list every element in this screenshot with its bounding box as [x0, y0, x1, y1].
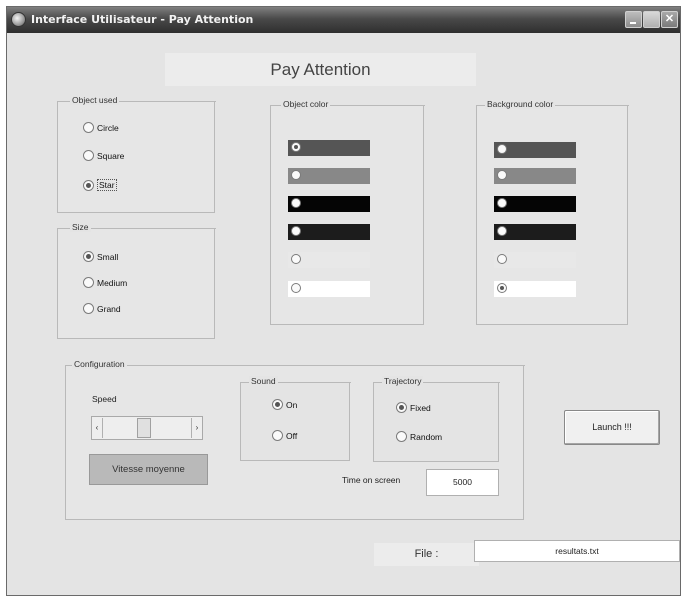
object-used-group: Object used Circle Square Star — [57, 95, 216, 213]
radio-label: Square — [97, 150, 125, 161]
radio-indicator — [497, 283, 507, 293]
background-color-swatch-1[interactable] — [494, 142, 576, 158]
time-on-screen-label: Time on screen — [342, 475, 401, 485]
speed-value-display: Vitesse moyenne — [89, 454, 208, 485]
launch-button[interactable]: Launch !!! — [564, 410, 660, 445]
radio-indicator — [291, 226, 301, 236]
radio-label: Star — [97, 179, 117, 191]
trajectory-title: Trajectory — [382, 376, 424, 386]
background-color-swatch-3[interactable] — [494, 196, 576, 212]
radio-trajectory-random[interactable]: Random — [396, 431, 442, 442]
configuration-title: Configuration — [72, 359, 127, 369]
title-bar[interactable]: Interface Utilisateur - Pay Attention ✕ — [7, 7, 680, 33]
radio-label: Random — [410, 431, 443, 442]
radio-indicator — [272, 430, 283, 441]
sound-group: Sound On Off — [240, 376, 351, 461]
radio-sound-off[interactable]: Off — [272, 430, 297, 441]
speed-slider[interactable]: ‹ › — [91, 416, 203, 440]
slider-right-arrow-icon[interactable]: › — [192, 419, 202, 437]
slider-separator — [102, 418, 103, 438]
radio-size-small[interactable]: Small — [83, 251, 118, 262]
radio-indicator — [497, 198, 507, 208]
background-color-swatch-5[interactable] — [494, 252, 576, 268]
radio-indicator — [497, 226, 507, 236]
speed-label: Speed — [92, 394, 117, 404]
minimize-button[interactable] — [625, 11, 642, 28]
radio-sound-on[interactable]: On — [272, 399, 297, 410]
radio-indicator — [396, 402, 407, 413]
radio-indicator — [83, 179, 94, 191]
background-color-title: Background color — [485, 99, 556, 109]
radio-label: Off — [286, 430, 298, 441]
radio-label: Grand — [97, 303, 121, 314]
radio-label: Small — [97, 251, 119, 262]
time-on-screen-input[interactable]: 5000 — [426, 469, 499, 496]
slider-thumb[interactable] — [137, 418, 151, 438]
close-button[interactable]: ✕ — [661, 11, 678, 28]
app-icon — [11, 12, 26, 27]
radio-indicator — [291, 254, 301, 264]
radio-indicator — [83, 150, 94, 161]
object-color-group: Object color — [270, 99, 425, 325]
radio-indicator — [83, 251, 94, 262]
object-color-title: Object color — [281, 99, 331, 109]
minimize-icon — [630, 22, 636, 24]
object-color-swatch-6[interactable] — [288, 281, 370, 297]
object-color-swatch-2[interactable] — [288, 168, 370, 184]
radio-indicator — [497, 254, 507, 264]
background-color-swatch-6[interactable] — [494, 281, 576, 297]
main-window: Interface Utilisateur - Pay Attention ✕ … — [6, 6, 681, 596]
radio-trajectory-fixed[interactable]: Fixed — [396, 402, 431, 413]
background-color-swatch-2[interactable] — [494, 168, 576, 184]
object-color-swatch-3[interactable] — [288, 196, 370, 212]
slider-left-arrow-icon[interactable]: ‹ — [92, 419, 102, 437]
radio-indicator — [396, 431, 407, 442]
group-border — [66, 365, 525, 366]
radio-indicator — [83, 303, 94, 314]
sound-title: Sound — [249, 376, 278, 386]
object-color-swatch-4[interactable] — [288, 224, 370, 240]
object-color-swatch-5[interactable] — [288, 252, 370, 268]
radio-indicator — [497, 170, 507, 180]
radio-indicator — [291, 198, 301, 208]
object-used-title: Object used — [70, 95, 120, 105]
radio-object-circle[interactable]: Circle — [83, 122, 119, 133]
object-color-swatch-1[interactable] — [288, 140, 370, 156]
file-name-input[interactable]: resultats.txt — [474, 540, 680, 562]
radio-size-grand[interactable]: Grand — [83, 303, 121, 314]
radio-size-medium[interactable]: Medium — [83, 277, 127, 288]
radio-indicator — [83, 277, 94, 288]
radio-indicator — [291, 142, 301, 152]
radio-object-star[interactable]: Star — [83, 179, 117, 191]
radio-indicator — [291, 283, 301, 293]
radio-label: Fixed — [410, 402, 431, 413]
radio-indicator — [291, 170, 301, 180]
file-label: File : — [374, 543, 479, 566]
maximize-button[interactable] — [643, 11, 660, 28]
radio-label: On — [286, 399, 298, 410]
radio-label: Circle — [97, 122, 119, 133]
radio-indicator — [83, 122, 94, 133]
radio-indicator — [497, 144, 507, 154]
trajectory-group: Trajectory Fixed Random — [373, 376, 500, 462]
page-title: Pay Attention — [165, 53, 476, 86]
background-color-swatch-4[interactable] — [494, 224, 576, 240]
radio-label: Medium — [97, 277, 128, 288]
radio-object-square[interactable]: Square — [83, 150, 124, 161]
window-title: Interface Utilisateur - Pay Attention — [31, 13, 254, 26]
background-color-group: Background color — [476, 99, 629, 325]
size-title: Size — [70, 222, 91, 232]
size-group: Size Small Medium Grand — [57, 222, 216, 339]
radio-indicator — [272, 399, 283, 410]
